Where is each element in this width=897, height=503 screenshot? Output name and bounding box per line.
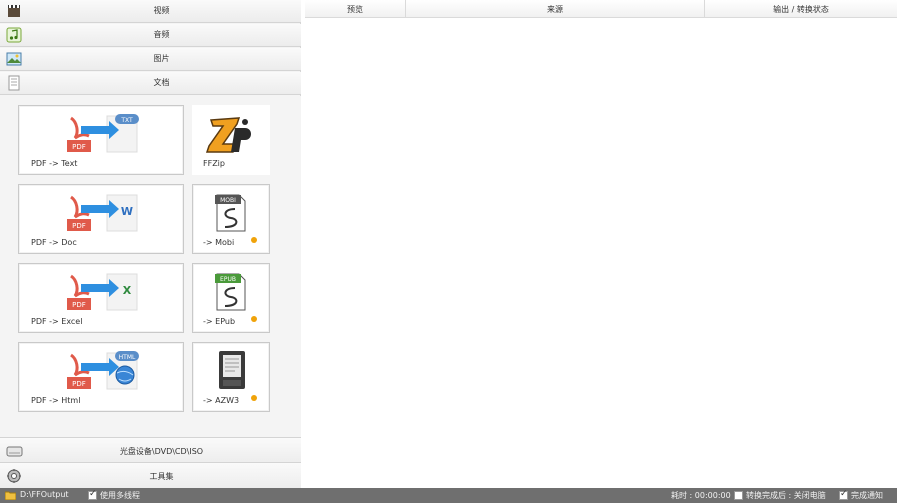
ffzip-icon — [205, 117, 251, 153]
kindle-device-icon — [219, 351, 245, 389]
column-header-preview[interactable]: 预览 — [305, 4, 405, 15]
tile-to-epub[interactable]: EPUB -> EPub — [192, 263, 270, 333]
tile-label: FFZip — [203, 159, 225, 168]
category-label: 光盘设备\DVD\CD\ISO — [119, 447, 204, 456]
tile-pdf-to-html[interactable]: HTML PDF PDF -> Html — [18, 342, 184, 412]
multithread-checkbox[interactable] — [88, 489, 97, 500]
pdf-to-doc-icon: W PDF — [67, 194, 138, 232]
format-factory-window: 视频 音频 图片 文档 TXT PDF PDF -> Text FFZip W … — [0, 0, 897, 503]
category-label: 视频 — [153, 6, 170, 15]
tile-label: PDF -> Text — [31, 159, 78, 168]
svg-text:W: W — [121, 205, 133, 218]
category-video[interactable]: 视频 — [0, 0, 301, 23]
category-tools[interactable]: 工具集 — [0, 462, 301, 488]
pdf-to-excel-icon: X PDF — [67, 273, 138, 311]
tile-label: -> AZW3 — [203, 396, 240, 405]
tile-label: -> EPub — [203, 317, 236, 326]
status-dot — [251, 316, 257, 322]
svg-text:PDF: PDF — [72, 380, 86, 388]
category-image[interactable]: 图片 — [0, 48, 301, 71]
svg-text:HTML: HTML — [119, 354, 136, 361]
left-panel: 视频 音频 图片 文档 TXT PDF PDF -> Text FFZip W … — [0, 0, 301, 488]
tile-pdf-to-text[interactable]: TXT PDF PDF -> Text — [18, 105, 184, 175]
svg-text:PDF: PDF — [72, 222, 86, 230]
pdf-to-html-icon: HTML PDF — [67, 351, 139, 390]
after-done-checkbox[interactable] — [734, 491, 743, 500]
output-path[interactable]: D:\FFOutput — [20, 490, 69, 499]
tile-ffzip[interactable]: FFZip — [192, 105, 270, 175]
elapsed-time: 耗时 : 00:00:00 — [671, 491, 731, 500]
disc-drive-icon — [6, 443, 23, 459]
image-icon — [6, 51, 22, 67]
svg-text:MOBI: MOBI — [220, 197, 236, 204]
svg-text:PDF: PDF — [72, 143, 86, 151]
multithread-label: 使用多线程 — [100, 491, 140, 500]
notify-label: 完成通知 — [851, 491, 883, 500]
pdf-to-text-icon: TXT PDF — [67, 114, 139, 153]
after-done-label[interactable]: 转换完成后 : 关闭电脑 — [746, 490, 826, 501]
svg-text:PDF: PDF — [72, 301, 86, 309]
notify-checkbox[interactable] — [839, 489, 848, 500]
tile-to-azw3[interactable]: -> AZW3 — [192, 342, 270, 412]
document-tools-grid: TXT PDF PDF -> Text FFZip W PDF PDF -> D… — [0, 96, 301, 438]
status-dot — [251, 395, 257, 401]
tile-label: -> Mobi — [203, 238, 235, 247]
category-label: 图片 — [153, 54, 170, 63]
svg-text:TXT: TXT — [120, 117, 133, 124]
epub-icon: EPUB — [215, 273, 246, 311]
svg-text:X: X — [123, 284, 132, 297]
task-list-panel[interactable]: 预览 来源 输出 / 转换状态 — [305, 0, 897, 488]
tools-icon — [6, 468, 23, 484]
folder-icon[interactable] — [4, 490, 17, 501]
tile-pdf-to-doc[interactable]: W PDF PDF -> Doc — [18, 184, 184, 254]
task-table-header: 预览 来源 输出 / 转换状态 — [305, 0, 897, 18]
category-label: 音频 — [153, 30, 170, 39]
tile-to-mobi[interactable]: MOBI -> Mobi — [192, 184, 270, 254]
tile-label: PDF -> Doc — [31, 238, 77, 247]
svg-text:EPUB: EPUB — [220, 276, 236, 283]
audio-icon — [6, 27, 22, 43]
category-document[interactable]: 文档 — [0, 72, 301, 95]
column-header-source[interactable]: 来源 — [406, 4, 704, 15]
tile-pdf-to-excel[interactable]: X PDF PDF -> Excel — [18, 263, 184, 333]
category-disc-devices[interactable]: 光盘设备\DVD\CD\ISO — [0, 437, 301, 463]
category-label: 文档 — [153, 78, 170, 87]
tile-label: PDF -> Html — [31, 396, 81, 405]
mobi-icon: MOBI — [215, 194, 246, 232]
tile-label: PDF -> Excel — [31, 317, 83, 326]
document-icon — [6, 75, 22, 91]
status-dot — [251, 237, 257, 243]
category-label: 工具集 — [149, 472, 174, 481]
video-icon — [6, 3, 22, 19]
column-header-output-status[interactable]: 输出 / 转换状态 — [705, 4, 897, 15]
status-bar: D:\FFOutput 使用多线程 耗时 : 00:00:00 转换完成后 : … — [0, 488, 897, 503]
category-audio[interactable]: 音频 — [0, 24, 301, 47]
